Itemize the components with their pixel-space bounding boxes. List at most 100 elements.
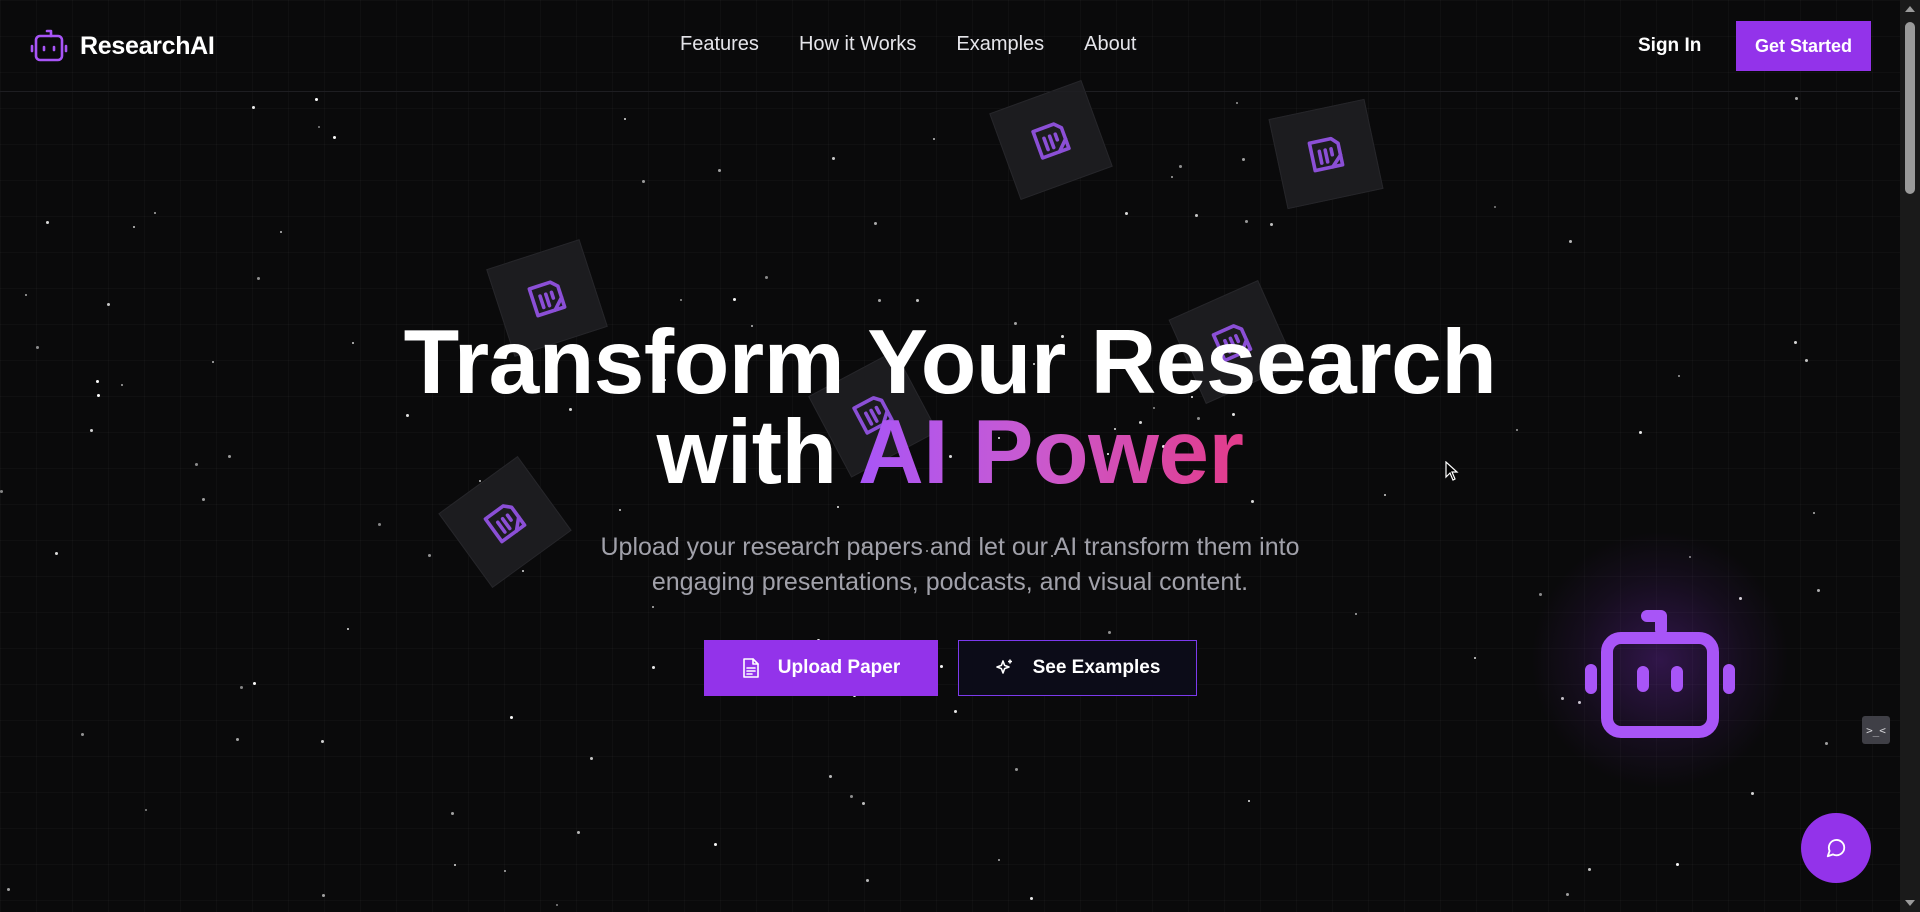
star	[998, 859, 1000, 861]
sign-in-link[interactable]: Sign In	[1638, 35, 1701, 57]
scroll-down-arrow[interactable]	[1905, 900, 1915, 906]
star	[765, 276, 768, 279]
star	[1245, 220, 1248, 223]
star	[1494, 206, 1496, 208]
star	[916, 299, 919, 302]
star	[862, 802, 865, 805]
star	[280, 231, 282, 233]
star	[954, 710, 957, 713]
page-scrollbar[interactable]	[1900, 0, 1920, 912]
star	[236, 738, 239, 741]
star	[1248, 800, 1250, 802]
star	[878, 299, 881, 302]
star	[145, 809, 147, 811]
star	[1108, 631, 1111, 634]
document-icon	[1307, 136, 1345, 173]
star	[850, 795, 853, 798]
star	[202, 498, 205, 501]
star	[642, 180, 645, 183]
star	[322, 894, 325, 897]
star	[874, 222, 877, 225]
star	[454, 864, 456, 866]
get-started-button[interactable]: Get Started	[1736, 21, 1871, 71]
brand-name: ResearchAI	[80, 31, 215, 60]
star	[1566, 893, 1569, 896]
nav-link-how-it-works[interactable]: How it Works	[799, 33, 916, 56]
star	[1751, 792, 1754, 795]
nav-link-examples[interactable]: Examples	[956, 33, 1044, 56]
star	[321, 740, 324, 743]
star	[1195, 214, 1198, 217]
star	[252, 106, 255, 109]
star	[1242, 158, 1245, 161]
star	[1474, 657, 1476, 659]
star	[832, 157, 835, 160]
star	[1179, 165, 1182, 168]
star	[154, 212, 156, 214]
upload-paper-button[interactable]: Upload Paper	[704, 640, 938, 696]
top-navbar: ResearchAI Features How it Works Example…	[0, 0, 1900, 92]
message-circle-icon	[1826, 839, 1846, 858]
star	[1813, 512, 1815, 514]
star	[619, 509, 621, 511]
star	[652, 666, 655, 669]
star	[25, 294, 27, 296]
brand-logo[interactable]: ResearchAI	[30, 28, 215, 64]
star	[1569, 240, 1572, 243]
star	[7, 888, 10, 891]
see-examples-label: See Examples	[1032, 657, 1161, 678]
star	[451, 812, 454, 815]
sparkles-icon	[995, 659, 1012, 674]
hero-title-line1: Transform Your Research	[403, 312, 1497, 413]
star	[347, 628, 349, 630]
star	[1355, 613, 1357, 615]
star	[1125, 212, 1128, 215]
star	[714, 843, 717, 846]
nav-links: Features How it Works Examples About	[680, 33, 1136, 56]
robot-icon	[1585, 610, 1735, 738]
star	[318, 126, 320, 128]
hero-subtitle-line1: Upload your research papers and let our …	[600, 533, 1300, 561]
star	[1588, 868, 1591, 871]
file-icon	[742, 658, 759, 678]
star	[866, 879, 869, 882]
star	[133, 226, 135, 228]
see-examples-button[interactable]: See Examples	[958, 640, 1197, 696]
star	[504, 870, 506, 872]
hero-subtitle-line2: engaging presentations, podcasts, and vi…	[651, 568, 1249, 596]
nav-link-about[interactable]: About	[1084, 33, 1136, 56]
hero-title: Transform Your Research with AI Power	[0, 317, 1900, 498]
star	[718, 169, 721, 172]
nav-link-features[interactable]: Features	[680, 33, 759, 56]
star	[940, 665, 943, 668]
chat-button[interactable]	[1801, 813, 1871, 883]
star	[333, 136, 336, 139]
star	[81, 733, 84, 736]
star	[1015, 768, 1018, 771]
star	[829, 775, 832, 778]
star	[1795, 97, 1798, 100]
star	[933, 138, 935, 140]
hero-title-line2: with	[656, 402, 858, 503]
star	[1171, 176, 1173, 178]
star	[1251, 500, 1254, 503]
star	[315, 98, 318, 101]
star	[257, 277, 260, 280]
star	[240, 686, 243, 689]
star	[1825, 742, 1828, 745]
mouse-cursor	[1445, 460, 1459, 481]
star	[253, 682, 256, 685]
star	[1030, 897, 1033, 900]
star	[1270, 223, 1273, 226]
scroll-up-arrow[interactable]	[1905, 6, 1915, 12]
star	[378, 523, 381, 526]
star	[46, 221, 49, 224]
star	[837, 506, 839, 508]
star	[624, 118, 626, 120]
star	[680, 299, 682, 301]
star	[652, 606, 654, 608]
side-widget[interactable]: >_<	[1862, 716, 1890, 744]
star	[577, 831, 580, 834]
scroll-thumb[interactable]	[1905, 22, 1915, 194]
star	[1676, 863, 1679, 866]
